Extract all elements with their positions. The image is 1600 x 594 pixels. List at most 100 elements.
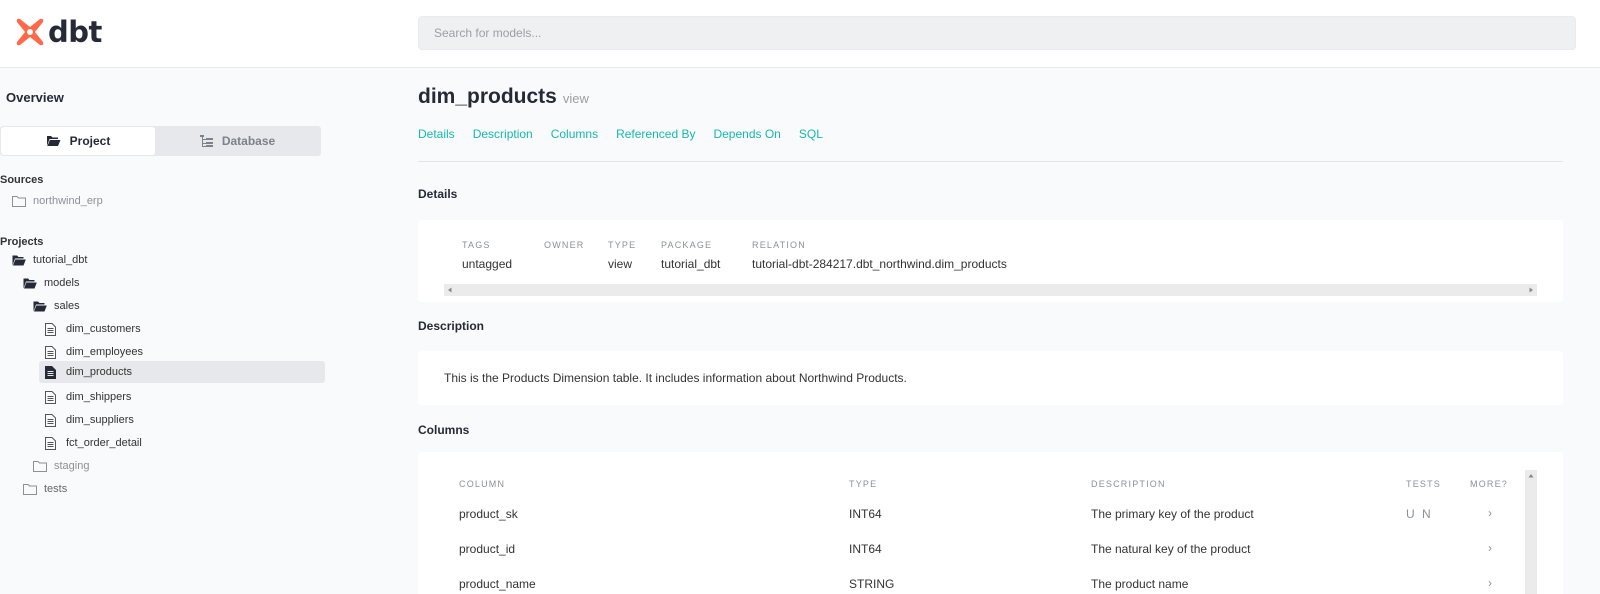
tree-item-label: tutorial_dbt xyxy=(33,254,88,266)
column-name-cell: product_name xyxy=(459,577,536,591)
source-item-label: northwind_erp xyxy=(33,195,103,207)
file-icon xyxy=(45,365,59,379)
folder-open-icon xyxy=(46,136,61,146)
columns-card: COLUMN TYPE DESCRIPTION TESTS MORE? prod… xyxy=(418,452,1563,594)
database-tab[interactable]: Database xyxy=(160,126,315,156)
folder-open-icon xyxy=(23,276,37,290)
description-text: This is the Products Dimension table. It… xyxy=(444,371,907,385)
tab-depends-on[interactable]: Depends On xyxy=(713,127,780,141)
scroll-left-icon[interactable] xyxy=(444,284,456,296)
source-item-northwind-erp[interactable]: northwind_erp xyxy=(12,190,103,212)
column-description-cell: The product name xyxy=(1091,577,1189,591)
tab-referenced-by[interactable]: Referenced By xyxy=(616,127,695,141)
column-type-cell: STRING xyxy=(849,577,895,591)
scroll-up-icon[interactable] xyxy=(1525,470,1537,482)
tree-structure-icon xyxy=(199,135,213,147)
detail-label: RELATION xyxy=(752,240,806,250)
scroll-right-icon[interactable] xyxy=(1525,284,1537,296)
col-header-type: TYPE xyxy=(849,479,878,489)
page-header: dim_products view xyxy=(418,85,589,109)
tree-item-label: dim_shippers xyxy=(66,391,132,403)
tab-description[interactable]: Description xyxy=(473,127,533,141)
tab-details[interactable]: Details xyxy=(418,127,455,141)
file-icon xyxy=(45,345,59,359)
tree-item-dim-employees[interactable]: dim_employees xyxy=(45,341,143,363)
tree-item-label: staging xyxy=(54,460,90,472)
sources-title: Sources xyxy=(0,174,44,186)
page-title: dim_products xyxy=(418,85,557,108)
column-tests-cell: U N xyxy=(1406,507,1433,521)
tree-item-tests[interactable]: tests xyxy=(23,478,67,500)
tab-columns[interactable]: Columns xyxy=(551,127,598,141)
column-name-cell: product_sk xyxy=(459,507,518,521)
column-type-cell: INT64 xyxy=(849,507,882,521)
file-icon xyxy=(45,390,59,404)
sidebar: Overview Project Database Sources northw… xyxy=(0,68,330,594)
top-bar: dbt xyxy=(0,0,1600,68)
columns-heading: Columns xyxy=(418,423,470,437)
tree-item-label: dim_employees xyxy=(66,346,144,358)
tree-item-dim-suppliers[interactable]: dim_suppliers xyxy=(45,409,134,431)
tree-item-label: sales xyxy=(54,300,80,312)
tree-item-dim-products[interactable]: dim_products xyxy=(39,361,325,383)
detail-label: TAGS xyxy=(462,240,491,250)
tree-item-sales[interactable]: sales xyxy=(33,295,80,317)
project-tab-label: Project xyxy=(69,134,111,148)
detail-relation: RELATION tutorial-dbt-284217.dbt_northwi… xyxy=(752,240,1007,271)
expand-row-icon[interactable]: › xyxy=(1488,506,1492,520)
col-header-description: DESCRIPTION xyxy=(1091,479,1166,489)
detail-tags: TAGS untagged xyxy=(462,240,520,271)
column-name-cell: product_id xyxy=(459,542,516,556)
col-header-column: COLUMN xyxy=(459,479,506,489)
expand-row-icon[interactable]: › xyxy=(1488,541,1492,555)
vertical-scrollbar[interactable] xyxy=(1525,470,1537,594)
folder-icon xyxy=(33,459,47,473)
folder-icon xyxy=(12,194,26,208)
detail-type: TYPE view xyxy=(608,240,637,271)
logo-text: dbt xyxy=(48,15,102,49)
folder-icon xyxy=(23,482,37,496)
detail-value: view xyxy=(608,257,633,271)
tree-item-tutorial-dbt[interactable]: tutorial_dbt xyxy=(12,249,87,271)
database-tab-label: Database xyxy=(221,134,276,148)
detail-label: TYPE xyxy=(608,240,637,250)
col-header-tests: TESTS xyxy=(1406,479,1442,489)
file-icon xyxy=(45,322,59,336)
dbt-logo[interactable]: dbt xyxy=(14,16,102,48)
overview-link[interactable]: Overview xyxy=(6,90,64,105)
tree-item-label: dim_customers xyxy=(66,323,141,335)
tree-item-dim-customers[interactable]: dim_customers xyxy=(45,318,141,340)
details-card: TAGS untagged OWNER TYPE view PACKAGE tu… xyxy=(418,220,1563,302)
tree-item-label: dim_suppliers xyxy=(66,414,134,426)
detail-label: OWNER xyxy=(544,240,585,250)
horizontal-scrollbar[interactable] xyxy=(444,284,1537,296)
page-subtitle: view xyxy=(562,91,589,106)
section-tabs: Details Description Columns Referenced B… xyxy=(418,127,841,141)
divider xyxy=(418,161,1563,162)
detail-owner: OWNER xyxy=(544,240,584,271)
description-card: This is the Products Dimension table. It… xyxy=(418,351,1563,405)
main-content: dim_products view Details Description Co… xyxy=(418,68,1600,594)
tree-item-label: dim_products xyxy=(66,366,133,378)
tree-item-dim-shippers[interactable]: dim_shippers xyxy=(45,386,131,408)
tree-item-label: models xyxy=(44,277,80,289)
tree-item-fct-order-detail[interactable]: fct_order_detail xyxy=(45,432,142,454)
search-input[interactable] xyxy=(418,16,1576,50)
tab-sql[interactable]: SQL xyxy=(799,127,823,141)
details-heading: Details xyxy=(418,187,458,201)
description-heading: Description xyxy=(418,319,485,333)
column-description-cell: The primary key of the product xyxy=(1091,507,1254,521)
expand-row-icon[interactable]: › xyxy=(1488,576,1492,590)
tree-item-staging[interactable]: staging xyxy=(33,455,89,477)
dbt-logo-icon xyxy=(16,18,44,46)
detail-value: tutorial_dbt xyxy=(661,257,721,271)
tree-item-label: fct_order_detail xyxy=(66,437,142,449)
tree-item-label: tests xyxy=(44,483,68,495)
file-icon xyxy=(45,436,59,450)
tree-item-models[interactable]: models xyxy=(23,272,79,294)
details-grid: TAGS untagged OWNER TYPE view PACKAGE tu… xyxy=(462,240,1031,271)
project-database-switch: Project Database xyxy=(0,126,321,156)
project-tab[interactable]: Project xyxy=(1,127,155,155)
detail-value: untagged xyxy=(462,257,513,271)
detail-package: PACKAGE tutorial_dbt xyxy=(661,240,728,271)
